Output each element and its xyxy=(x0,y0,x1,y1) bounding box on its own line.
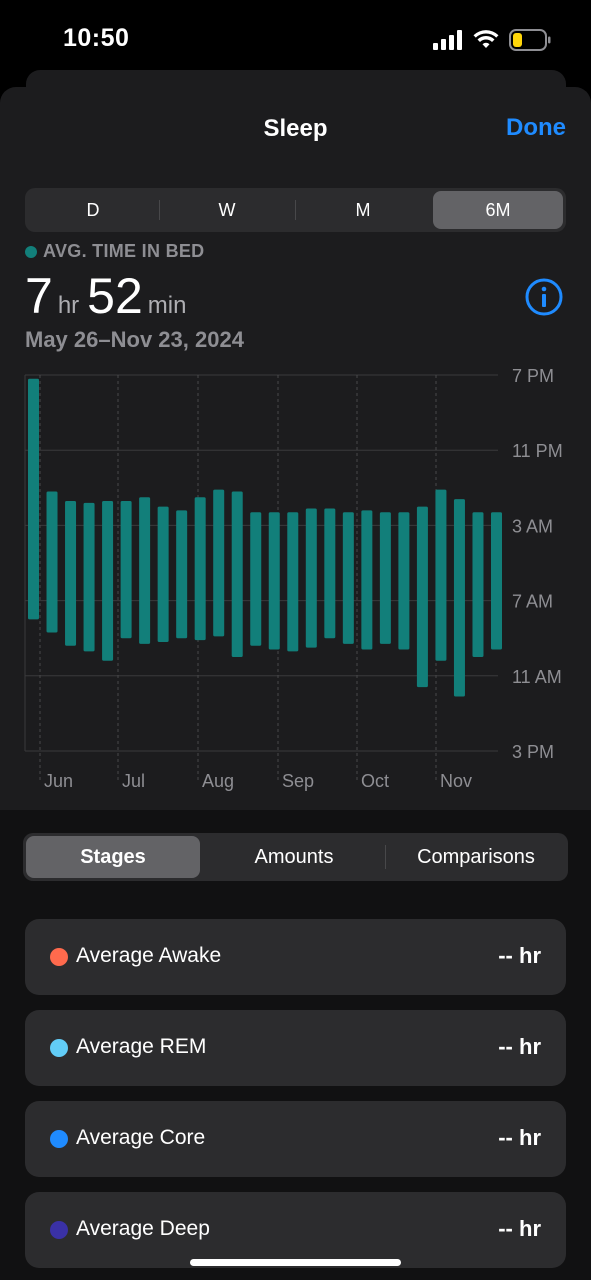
hours-unit: hr xyxy=(57,292,80,319)
chart-x-tick-label: Sep xyxy=(282,771,314,791)
awake-dot-icon xyxy=(50,948,68,966)
sleep-bar[interactable] xyxy=(65,500,77,646)
chart-y-tick-label: 7 PM xyxy=(512,367,554,386)
sleep-bar[interactable] xyxy=(28,378,39,620)
stage-card-core[interactable]: Average Core -- hr xyxy=(25,1101,566,1177)
sleep-bar[interactable] xyxy=(139,497,151,644)
tab-amounts[interactable]: Amounts xyxy=(203,836,385,878)
nav-title: Sleep xyxy=(263,115,328,142)
sleep-bar[interactable] xyxy=(194,497,206,641)
sleep-bar[interactable] xyxy=(268,512,280,650)
sleep-bar[interactable] xyxy=(416,506,428,688)
chart-y-tick-label: 3 AM xyxy=(512,516,553,536)
info-icon[interactable] xyxy=(524,277,564,317)
avg-time-in-bed-legend: AVG. TIME IN BED xyxy=(25,241,204,262)
stage-label: Average Deep xyxy=(76,1217,210,1240)
period-tab-6m[interactable]: 6M xyxy=(433,191,563,229)
status-icons xyxy=(433,27,551,53)
chart-x-labels: Jun Jul Aug Sep Oct Nov xyxy=(44,771,472,791)
chart-y-tick-label: 7 AM xyxy=(512,592,553,612)
cellular-signal-icon xyxy=(433,30,462,50)
sleep-bar[interactable] xyxy=(398,512,410,650)
tab-comparisons[interactable]: Comparisons xyxy=(386,836,566,878)
sleep-bar[interactable] xyxy=(157,506,169,642)
avg-time-value: 7 hr 52 min xyxy=(25,267,194,325)
period-tab-m[interactable]: M xyxy=(298,191,428,229)
chart-y-tick-label: 11 AM xyxy=(512,667,562,687)
period-segmented-control: D W M 6M xyxy=(25,188,566,232)
stage-card-deep[interactable]: Average Deep -- hr xyxy=(25,1192,566,1268)
avg-minutes: 52 xyxy=(87,268,143,324)
battery-icon xyxy=(509,29,551,51)
minutes-unit: min xyxy=(147,292,187,319)
chart-y-labels: 7 PM 11 PM 3 AM 7 AM 11 AM 3 PM xyxy=(512,367,563,762)
sleep-bar[interactable] xyxy=(213,489,225,637)
chart-y-tick-label: 3 PM xyxy=(512,742,554,762)
stage-label: Average REM xyxy=(76,1035,207,1058)
sleep-chart: 7 PM 11 PM 3 AM 7 AM 11 AM 3 PM Jun Jul Aug Sep O… xyxy=(24,367,563,791)
stage-card-awake[interactable]: Average Awake -- hr xyxy=(25,919,566,995)
view-segmented-control: Stages Amounts Comparisons xyxy=(23,833,568,881)
stage-label: Average Core xyxy=(76,1126,206,1149)
sleep-bar[interactable] xyxy=(231,491,243,657)
chart-x-tick-label: Jun xyxy=(44,771,73,791)
period-separator xyxy=(295,200,296,220)
status-bar: 10:50 xyxy=(0,0,591,80)
period-tab-w[interactable]: W xyxy=(162,191,292,229)
sleep-bar[interactable] xyxy=(472,512,484,657)
stages-section: Stages Amounts Comparisons Average Awake… xyxy=(0,810,591,1280)
wifi-icon xyxy=(473,30,499,48)
chart-bars xyxy=(28,378,502,697)
core-dot-icon xyxy=(50,1130,68,1148)
sleep-bar[interactable] xyxy=(305,508,317,648)
chart-x-tick-label: Aug xyxy=(202,771,234,791)
chart-x-tick-label: Oct xyxy=(361,771,389,791)
legend-label: AVG. TIME IN BED xyxy=(43,241,205,261)
stage-value: -- hr xyxy=(498,1125,541,1150)
sleep-bar[interactable] xyxy=(102,500,114,661)
stage-value: -- hr xyxy=(498,943,541,968)
deep-dot-icon xyxy=(50,1221,68,1239)
sleep-bar[interactable] xyxy=(287,512,299,652)
done-button[interactable]: Done xyxy=(506,114,566,142)
chart-x-tick-label: Nov xyxy=(440,771,472,791)
sleep-bar[interactable] xyxy=(324,508,336,639)
stage-card-rem[interactable]: Average REM -- hr xyxy=(25,1010,566,1086)
status-time: 10:50 xyxy=(63,24,130,52)
sleep-bar[interactable] xyxy=(453,499,465,697)
sleep-bar[interactable] xyxy=(120,500,132,639)
sleep-bar[interactable] xyxy=(342,512,354,644)
sleep-bar[interactable] xyxy=(361,510,373,650)
stage-value: -- hr xyxy=(498,1216,541,1241)
sleep-sheet: Sleep Done D W M 6M AVG. TIME IN BED 7 h… xyxy=(0,87,591,1280)
sleep-bar[interactable] xyxy=(379,512,391,644)
rem-dot-icon xyxy=(50,1039,68,1057)
sleep-bar[interactable] xyxy=(176,510,188,639)
sleep-bar[interactable] xyxy=(83,502,95,652)
avg-hours: 7 xyxy=(25,268,53,324)
period-separator xyxy=(159,200,160,220)
chart-y-tick-label: 11 PM xyxy=(512,441,563,461)
sleep-bar[interactable] xyxy=(491,512,502,650)
sleep-bar[interactable] xyxy=(46,491,58,633)
home-indicator[interactable] xyxy=(190,1259,401,1266)
in-bed-legend-dot xyxy=(25,245,37,258)
stage-label: Average Awake xyxy=(76,944,222,967)
sleep-bar[interactable] xyxy=(435,489,447,661)
chart-x-tick-label: Jul xyxy=(122,771,145,791)
sleep-bar[interactable] xyxy=(250,512,262,646)
date-range: May 26–Nov 23, 2024 xyxy=(25,327,244,352)
period-tab-d[interactable]: D xyxy=(28,191,158,229)
stage-value: -- hr xyxy=(498,1034,541,1059)
tab-stages[interactable]: Stages xyxy=(26,836,200,878)
